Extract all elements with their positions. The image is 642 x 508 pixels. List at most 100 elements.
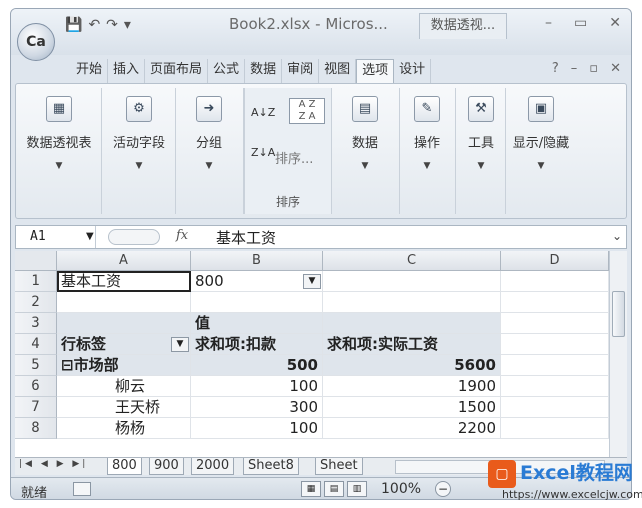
data-button[interactable]: ▤ 数据 ▼ xyxy=(330,96,400,171)
normal-view-icon[interactable]: ▦ xyxy=(301,481,321,497)
row-header[interactable]: 2 xyxy=(15,292,57,313)
sort-button[interactable]: 排序... xyxy=(275,148,313,167)
row-header[interactable]: 7 xyxy=(15,397,57,418)
group-group: ➜ 分组 ▼ xyxy=(176,88,244,214)
cell-d2[interactable] xyxy=(501,292,609,313)
redo-icon[interactable]: ↷ xyxy=(106,17,118,33)
cell-c3[interactable] xyxy=(323,313,501,334)
help-icon[interactable]: ? xyxy=(552,61,559,76)
sheet-tab-900[interactable]: 900 xyxy=(149,458,184,475)
sort-az-icon[interactable]: A ZZ A xyxy=(289,98,325,124)
cell-d4[interactable] xyxy=(501,334,609,355)
cell-a8[interactable]: 杨杨 xyxy=(57,418,191,439)
close-icon[interactable]: ✕ xyxy=(609,15,621,31)
column-header-a[interactable]: A xyxy=(57,251,191,271)
cell-b2[interactable] xyxy=(191,292,323,313)
cell-a6[interactable]: 柳云 xyxy=(57,376,191,397)
filter-dropdown-icon[interactable]: ▼ xyxy=(303,274,321,289)
ribbon-restore-icon[interactable]: ▫ xyxy=(589,61,598,76)
undo-icon[interactable]: ↶ xyxy=(88,17,100,33)
ribbon-close-icon[interactable]: ✕ xyxy=(610,61,621,76)
tab-insert[interactable]: 插入 xyxy=(108,59,146,83)
customize-qat-icon[interactable]: ▾ xyxy=(124,17,131,33)
active-field-button[interactable]: ⚙ 活动字段 ▼ xyxy=(104,96,174,171)
cell-d7[interactable] xyxy=(501,397,609,418)
row-header[interactable]: 5 xyxy=(15,355,57,376)
minimize-icon[interactable]: – xyxy=(545,15,552,31)
cell-a5[interactable]: ⊟市场部 xyxy=(57,355,191,376)
row-header[interactable]: 8 xyxy=(15,418,57,439)
cell-c4[interactable]: 求和项:实际工资 xyxy=(323,334,501,355)
tab-home[interactable]: 开始 xyxy=(71,59,109,83)
cell-a2[interactable] xyxy=(57,292,191,313)
cell-c2[interactable] xyxy=(323,292,501,313)
column-header-d[interactable]: D xyxy=(501,251,609,271)
cell-b5[interactable]: 500 xyxy=(191,355,323,376)
cell-a1[interactable]: 基本工资 xyxy=(57,271,191,292)
select-all-corner[interactable] xyxy=(15,251,57,271)
group-button[interactable]: ➜ 分组 ▼ xyxy=(174,96,244,171)
page-layout-view-icon[interactable]: ▤ xyxy=(324,481,344,497)
formula-input[interactable]: 基本工资 xyxy=(216,227,276,248)
tab-formulas[interactable]: 公式 xyxy=(208,59,246,83)
name-box-dropdown-icon[interactable]: ▼ xyxy=(86,226,94,248)
worksheet-grid: A B C D 1 2 3 4 5 6 7 8 基本工资 800 ▼ 值 行标签… xyxy=(15,251,627,457)
cell-b3[interactable]: 值 xyxy=(191,313,323,334)
cell-d3[interactable] xyxy=(501,313,609,334)
row-header[interactable]: 4 xyxy=(15,334,57,355)
tab-options[interactable]: 选项 xyxy=(356,59,395,84)
tab-design[interactable]: 设计 xyxy=(394,59,432,83)
cell-a3[interactable] xyxy=(57,313,191,334)
row-header[interactable]: 6 xyxy=(15,376,57,397)
cell-d6[interactable] xyxy=(501,376,609,397)
cell-c7[interactable]: 1500 xyxy=(323,397,501,418)
column-header-c[interactable]: C xyxy=(323,251,501,271)
maximize-icon[interactable]: ▭ xyxy=(574,15,587,31)
formula-bar-resize-handle[interactable] xyxy=(108,229,160,245)
tab-review[interactable]: 审阅 xyxy=(282,59,320,83)
vertical-scroll-thumb[interactable] xyxy=(612,291,625,337)
chevron-down-icon: ▼ xyxy=(537,161,545,171)
save-icon[interactable]: 💾 xyxy=(65,17,82,33)
sheet-tab-2000[interactable]: 2000 xyxy=(191,458,235,475)
name-box[interactable]: A1 xyxy=(16,226,96,248)
zoom-out-icon[interactable]: − xyxy=(435,481,451,497)
cell-d8[interactable] xyxy=(501,418,609,439)
cell-d5[interactable] xyxy=(501,355,609,376)
office-button[interactable]: Ca xyxy=(17,23,55,61)
cell-b7[interactable]: 300 xyxy=(191,397,323,418)
view-buttons: ▦ ▤ ▥ xyxy=(301,481,367,497)
sort-ascending-icon[interactable]: A↓Z xyxy=(251,106,275,119)
tab-view[interactable]: 视图 xyxy=(319,59,357,83)
sheet-tab-sheet8[interactable]: Sheet8 xyxy=(243,458,299,475)
cell-c6[interactable]: 1900 xyxy=(323,376,501,397)
vertical-scrollbar[interactable] xyxy=(609,251,627,457)
insert-function-icon[interactable]: fx xyxy=(176,228,188,243)
cell-c8[interactable]: 2200 xyxy=(323,418,501,439)
ribbon-minimize-icon[interactable]: – xyxy=(571,61,578,76)
expand-formula-bar-icon[interactable]: ⌄ xyxy=(612,229,622,243)
page-break-view-icon[interactable]: ▥ xyxy=(347,481,367,497)
cell-a7[interactable]: 王天桥 xyxy=(57,397,191,418)
sheet-nav-arrows-icon[interactable]: |◀ ◀ ▶ ▶| xyxy=(19,459,88,469)
column-header-b[interactable]: B xyxy=(191,251,323,271)
cell-b6[interactable]: 100 xyxy=(191,376,323,397)
macro-record-icon[interactable] xyxy=(73,482,91,496)
pivot-table-button[interactable]: ▦ 数据透视表 ▼ xyxy=(24,96,94,171)
zoom-level[interactable]: 100% xyxy=(381,481,421,497)
sort-descending-icon[interactable]: Z↓A xyxy=(251,146,275,159)
cell-b4[interactable]: 求和项:扣款 xyxy=(191,334,323,355)
cell-d1[interactable] xyxy=(501,271,609,292)
tab-page-layout[interactable]: 页面布局 xyxy=(145,59,209,83)
row-header[interactable]: 1 xyxy=(15,271,57,292)
sheet-tab-sheet[interactable]: Sheet xyxy=(315,458,363,475)
row-header[interactable]: 3 xyxy=(15,313,57,334)
cell-b8[interactable]: 100 xyxy=(191,418,323,439)
row-labels-filter-icon[interactable]: ▼ xyxy=(171,337,189,352)
cell-c5[interactable]: 5600 xyxy=(323,355,501,376)
cell-c1[interactable] xyxy=(323,271,501,292)
sheet-tab-800[interactable]: 800 xyxy=(107,458,142,475)
pivot-tools-context-tab: 数据透视... xyxy=(419,13,507,39)
tab-data[interactable]: 数据 xyxy=(245,59,283,83)
show-hide-button[interactable]: ▣ 显示/隐藏 ▼ xyxy=(506,96,576,171)
